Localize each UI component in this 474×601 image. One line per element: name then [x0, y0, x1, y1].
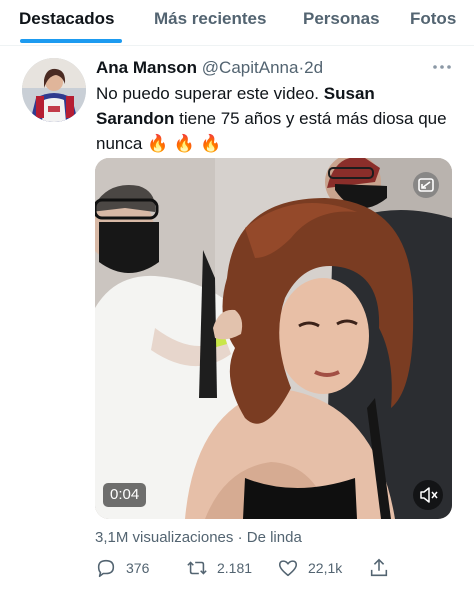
tab-mas-recientes[interactable]: Más recientes — [154, 8, 266, 30]
avatar[interactable] — [22, 58, 86, 122]
video-player[interactable]: 0:04 — [95, 158, 452, 519]
share-button[interactable] — [368, 553, 390, 583]
fire-emojis: 🔥 🔥 🔥 — [147, 134, 222, 154]
tab-fotos[interactable]: Fotos — [410, 8, 456, 30]
like-button[interactable]: 22,1k — [277, 553, 342, 583]
source-label[interactable]: De linda — [247, 529, 302, 546]
search-tabs: Destacados Más recientes Personas Fotos — [0, 0, 474, 46]
video-frame — [95, 158, 452, 519]
video-duration: 0:04 — [103, 483, 147, 507]
tweet-actions: 376 2.181 22,1k — [0, 553, 474, 583]
like-count: 22,1k — [308, 560, 343, 576]
more-options-icon[interactable] — [431, 57, 453, 77]
picture-in-picture-icon[interactable] — [413, 172, 439, 198]
tweet-text: No puedo superar este video. Susan Saran… — [96, 84, 447, 154]
tab-destacados[interactable]: Destacados — [19, 8, 114, 30]
speaker-muted-icon[interactable] — [413, 480, 443, 510]
tweet-meta: 3,1M visualizaciones · De linda — [95, 528, 302, 548]
separator: · — [237, 529, 243, 546]
retweet-button[interactable]: 2.181 — [186, 553, 252, 583]
tweet-time[interactable]: 2d — [304, 58, 323, 77]
retweet-count: 2.181 — [217, 560, 253, 576]
heart-icon — [277, 557, 299, 579]
reply-icon — [95, 557, 117, 579]
reply-button[interactable]: 376 — [95, 553, 149, 583]
share-icon — [368, 557, 390, 579]
view-count: 3,1M visualizaciones — [95, 529, 234, 546]
user-handle[interactable]: @CapitAnna — [202, 58, 299, 77]
retweet-icon — [186, 557, 208, 579]
tweet-header: Ana Manson @CapitAnna·2d — [96, 57, 323, 79]
display-name[interactable]: Ana Manson — [96, 58, 197, 77]
active-tab-indicator — [20, 39, 122, 43]
tab-personas[interactable]: Personas — [303, 8, 380, 30]
reply-count: 376 — [126, 560, 150, 576]
